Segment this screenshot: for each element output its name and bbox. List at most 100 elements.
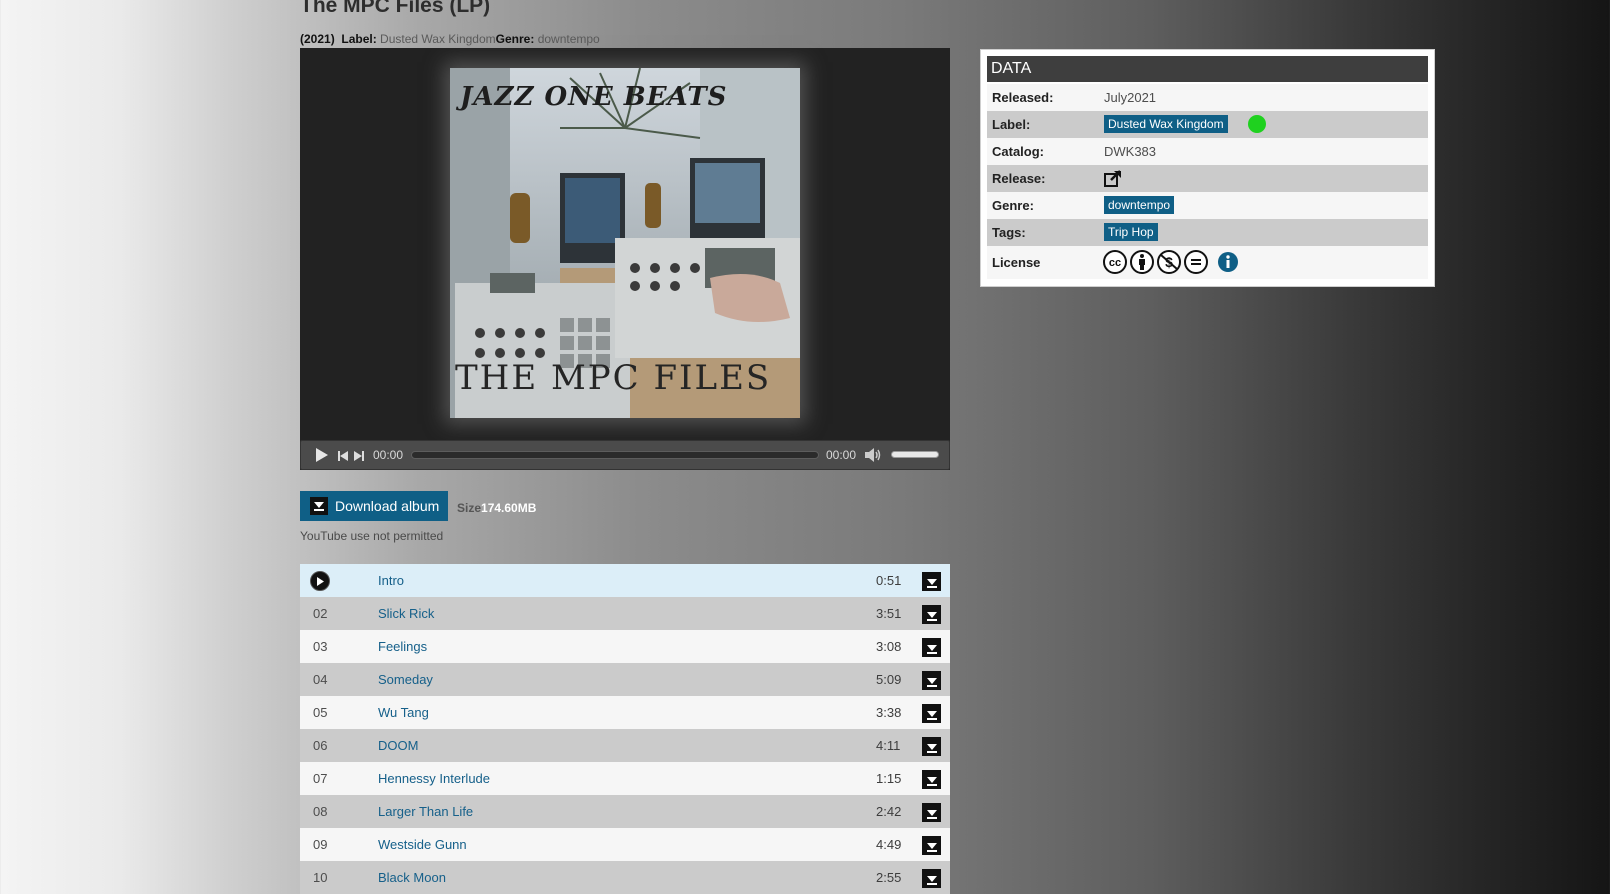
track-duration: 3:08 <box>876 639 902 654</box>
track-name[interactable]: Westside Gunn <box>378 837 467 852</box>
label-badge[interactable]: Dusted Wax Kingdom <box>1104 115 1228 133</box>
data-row-label: Label: Dusted Wax Kingdom <box>987 111 1428 138</box>
track-name[interactable]: Larger Than Life <box>378 804 473 819</box>
download-album-label: Download album <box>335 498 440 514</box>
track-row[interactable]: 05 Wu Tang 3:38 <box>300 696 950 729</box>
play-icon[interactable] <box>315 447 329 466</box>
track-download-icon[interactable] <box>922 737 941 756</box>
youtube-note: YouTube use not permitted <box>300 529 444 543</box>
track-duration: 2:55 <box>876 870 902 885</box>
track-duration: 0:51 <box>876 573 902 588</box>
track-duration: 5:09 <box>876 672 902 687</box>
track-download-icon[interactable] <box>922 605 941 624</box>
track-name[interactable]: DOOM <box>378 738 418 753</box>
license-icons[interactable]: cc $ <box>1103 250 1208 274</box>
track-download-icon[interactable] <box>922 869 941 888</box>
volume-icon[interactable] <box>865 448 881 465</box>
album-size: Size174.60MB <box>457 501 536 515</box>
track-name[interactable]: Black Moon <box>378 870 446 885</box>
release-key: Release: <box>992 171 1046 186</box>
track-duration: 4:49 <box>876 837 902 852</box>
album-title: The MPC Files (LP) <box>300 0 491 17</box>
track-row[interactable]: 10 Black Moon 2:55 <box>300 861 950 894</box>
previous-track-icon[interactable] <box>338 450 348 464</box>
audio-player: JAZZ ONE BEATS THE MPC FILES 00:00 00:00 <box>300 48 950 470</box>
track-download-icon[interactable] <box>922 638 941 657</box>
info-icon[interactable] <box>1217 251 1239 276</box>
track-download-icon[interactable] <box>922 836 941 855</box>
track-name[interactable]: Intro <box>378 573 404 588</box>
track-duration: 2:42 <box>876 804 902 819</box>
total-time: 00:00 <box>826 448 857 462</box>
track-number: 08 <box>313 804 328 819</box>
current-time: 00:00 <box>373 448 404 462</box>
track-download-icon[interactable] <box>922 671 941 690</box>
cc-icon: cc <box>1103 250 1127 274</box>
label-key: Label: <box>992 117 1031 132</box>
meta-label-key: Label: <box>341 32 377 46</box>
track-number: 04 <box>313 672 328 687</box>
size-value: 174.60MB <box>481 501 537 515</box>
genre-key: Genre: <box>992 198 1034 213</box>
play-track-icon[interactable] <box>310 571 330 591</box>
track-number: 10 <box>313 870 328 885</box>
next-track-icon[interactable] <box>354 450 364 464</box>
external-link-icon[interactable] <box>1104 170 1122 190</box>
track-name[interactable]: Someday <box>378 672 433 687</box>
data-row-genre: Genre: downtempo <box>987 192 1428 219</box>
progress-bar[interactable] <box>411 451 819 459</box>
track-duration: 3:51 <box>876 606 902 621</box>
data-row-license: License cc $ <box>987 246 1428 279</box>
catalog-value: DWK383 <box>1104 144 1157 159</box>
noderivatives-icon <box>1184 250 1208 274</box>
noncommercial-icon: $ <box>1157 250 1181 274</box>
data-panel-heading: DATA <box>987 56 1428 82</box>
track-name[interactable]: Hennessy Interlude <box>378 771 490 786</box>
data-row-catalog: Catalog: DWK383 <box>987 138 1428 165</box>
data-row-release: Release: <box>987 165 1428 192</box>
track-row[interactable]: 06 DOOM 4:11 <box>300 729 950 762</box>
tags-key: Tags: <box>992 225 1026 240</box>
track-row[interactable]: 04 Someday 5:09 <box>300 663 950 696</box>
track-row[interactable]: 08 Larger Than Life 2:42 <box>300 795 950 828</box>
released-key: Released: <box>992 90 1054 105</box>
track-row[interactable]: 03 Feelings 3:08 <box>300 630 950 663</box>
track-download-icon[interactable] <box>922 704 941 723</box>
download-album-button[interactable]: Download album <box>300 491 448 521</box>
size-key: Size <box>457 501 482 515</box>
track-row[interactable]: 07 Hennessy Interlude 1:15 <box>300 762 950 795</box>
track-download-icon[interactable] <box>922 770 941 789</box>
meta-label-value[interactable]: Dusted Wax Kingdom <box>380 32 496 46</box>
track-name[interactable]: Slick Rick <box>378 606 434 621</box>
meta-genre-key: Genre: <box>495 32 535 46</box>
track-number: 02 <box>313 606 328 621</box>
genre-badge[interactable]: downtempo <box>1104 196 1175 214</box>
data-panel: DATA Released: July2021 Label: Dusted Wa… <box>980 49 1435 287</box>
attribution-icon <box>1130 250 1154 274</box>
track-number: 05 <box>313 705 328 720</box>
track-download-icon[interactable] <box>922 572 941 591</box>
tag-badge[interactable]: Trip Hop <box>1104 223 1158 241</box>
catalog-key: Catalog: <box>992 144 1044 159</box>
track-download-icon[interactable] <box>922 803 941 822</box>
album-meta: (2021) Label: Dusted Wax KingdomGenre: d… <box>300 32 600 46</box>
track-row[interactable]: 09 Westside Gunn 4:49 <box>300 828 950 861</box>
track-duration: 4:11 <box>876 738 901 753</box>
volume-slider[interactable] <box>891 451 939 458</box>
track-duration: 3:38 <box>876 705 902 720</box>
track-name[interactable]: Wu Tang <box>378 705 429 720</box>
license-key: License <box>992 255 1041 270</box>
track-name[interactable]: Feelings <box>378 639 427 654</box>
album-cover: JAZZ ONE BEATS THE MPC FILES <box>450 68 800 418</box>
download-icon <box>310 497 328 515</box>
track-number: 06 <box>313 738 328 753</box>
svg-text:cc: cc <box>1109 257 1121 269</box>
released-value: July2021 <box>1104 90 1157 105</box>
track-row[interactable]: 02 Slick Rick 3:51 <box>300 597 950 630</box>
track-row[interactable]: Intro 0:51 <box>300 564 950 597</box>
album-year: (2021) <box>300 32 335 46</box>
data-row-released: Released: July2021 <box>987 84 1428 111</box>
data-row-tags: Tags: Trip Hop <box>987 219 1428 246</box>
meta-genre-value[interactable]: downtempo <box>538 32 600 46</box>
track-list: Intro 0:51 02 Slick Rick 3:51 03 Feeling… <box>300 564 950 894</box>
